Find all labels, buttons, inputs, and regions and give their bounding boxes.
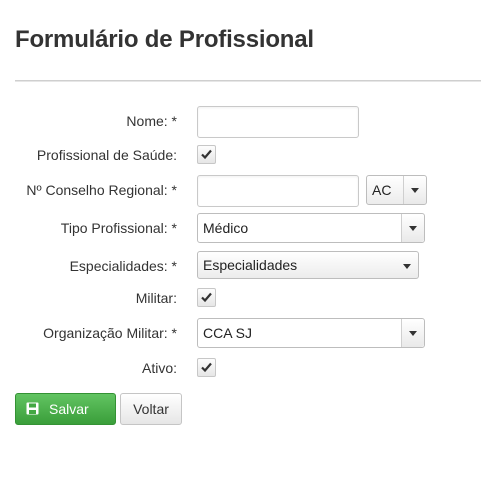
nome-label: Nome: * (126, 113, 177, 129)
profissional-saude-row: Profissional de Saúde: (0, 140, 481, 170)
nome-input[interactable] (197, 106, 359, 138)
chevron-down-icon (401, 319, 424, 347)
checkmark-icon (201, 362, 212, 373)
checkmark-icon (201, 292, 212, 303)
save-button[interactable]: Salvar (15, 393, 116, 425)
chevron-down-icon (403, 176, 426, 204)
tipo-row: Tipo Profissional: * Médico (0, 213, 481, 243)
tipo-label: Tipo Profissional: * (60, 220, 177, 236)
organizacao-label: Organização Militar: * (43, 325, 177, 341)
ativo-label: Ativo: (141, 360, 177, 376)
chevron-down-icon (401, 214, 424, 242)
militar-checkbox[interactable] (197, 288, 216, 307)
profissional-saude-checkbox[interactable] (197, 145, 216, 164)
militar-label: Militar: (135, 290, 177, 306)
ativo-row: Ativo: (0, 353, 481, 383)
checkmark-icon (201, 149, 212, 160)
nome-row: Nome: * (0, 106, 481, 138)
organizacao-value: CCA SJ (203, 325, 253, 341)
especialidades-select[interactable]: Especialidades (197, 251, 419, 279)
conselho-uf-select[interactable]: AC (366, 175, 427, 205)
tipo-value: Médico (203, 220, 249, 236)
floppy-disk-icon (26, 402, 39, 415)
ativo-checkbox[interactable] (197, 358, 216, 377)
conselho-row: Nº Conselho Regional: * AC (0, 175, 481, 207)
conselho-input[interactable] (197, 175, 359, 207)
page-title: Formulário de Profissional (15, 26, 314, 53)
militar-row: Militar: (0, 283, 481, 313)
especialidades-value: Especialidades (203, 257, 298, 273)
organizacao-row: Organização Militar: * CCA SJ (0, 318, 481, 348)
tipo-select[interactable]: Médico (197, 213, 425, 243)
conselho-label: Nº Conselho Regional: * (26, 182, 177, 198)
especialidades-row: Especialidades: * Especialidades (0, 251, 481, 281)
back-button[interactable]: Voltar (120, 393, 182, 425)
save-button-label: Salvar (49, 401, 89, 417)
especialidades-label: Especialidades: * (69, 258, 177, 274)
organizacao-select[interactable]: CCA SJ (197, 318, 425, 348)
chevron-down-icon (396, 252, 418, 278)
conselho-uf-value: AC (372, 182, 392, 198)
title-divider (15, 80, 481, 82)
profissional-saude-label: Profissional de Saúde: (36, 147, 177, 163)
